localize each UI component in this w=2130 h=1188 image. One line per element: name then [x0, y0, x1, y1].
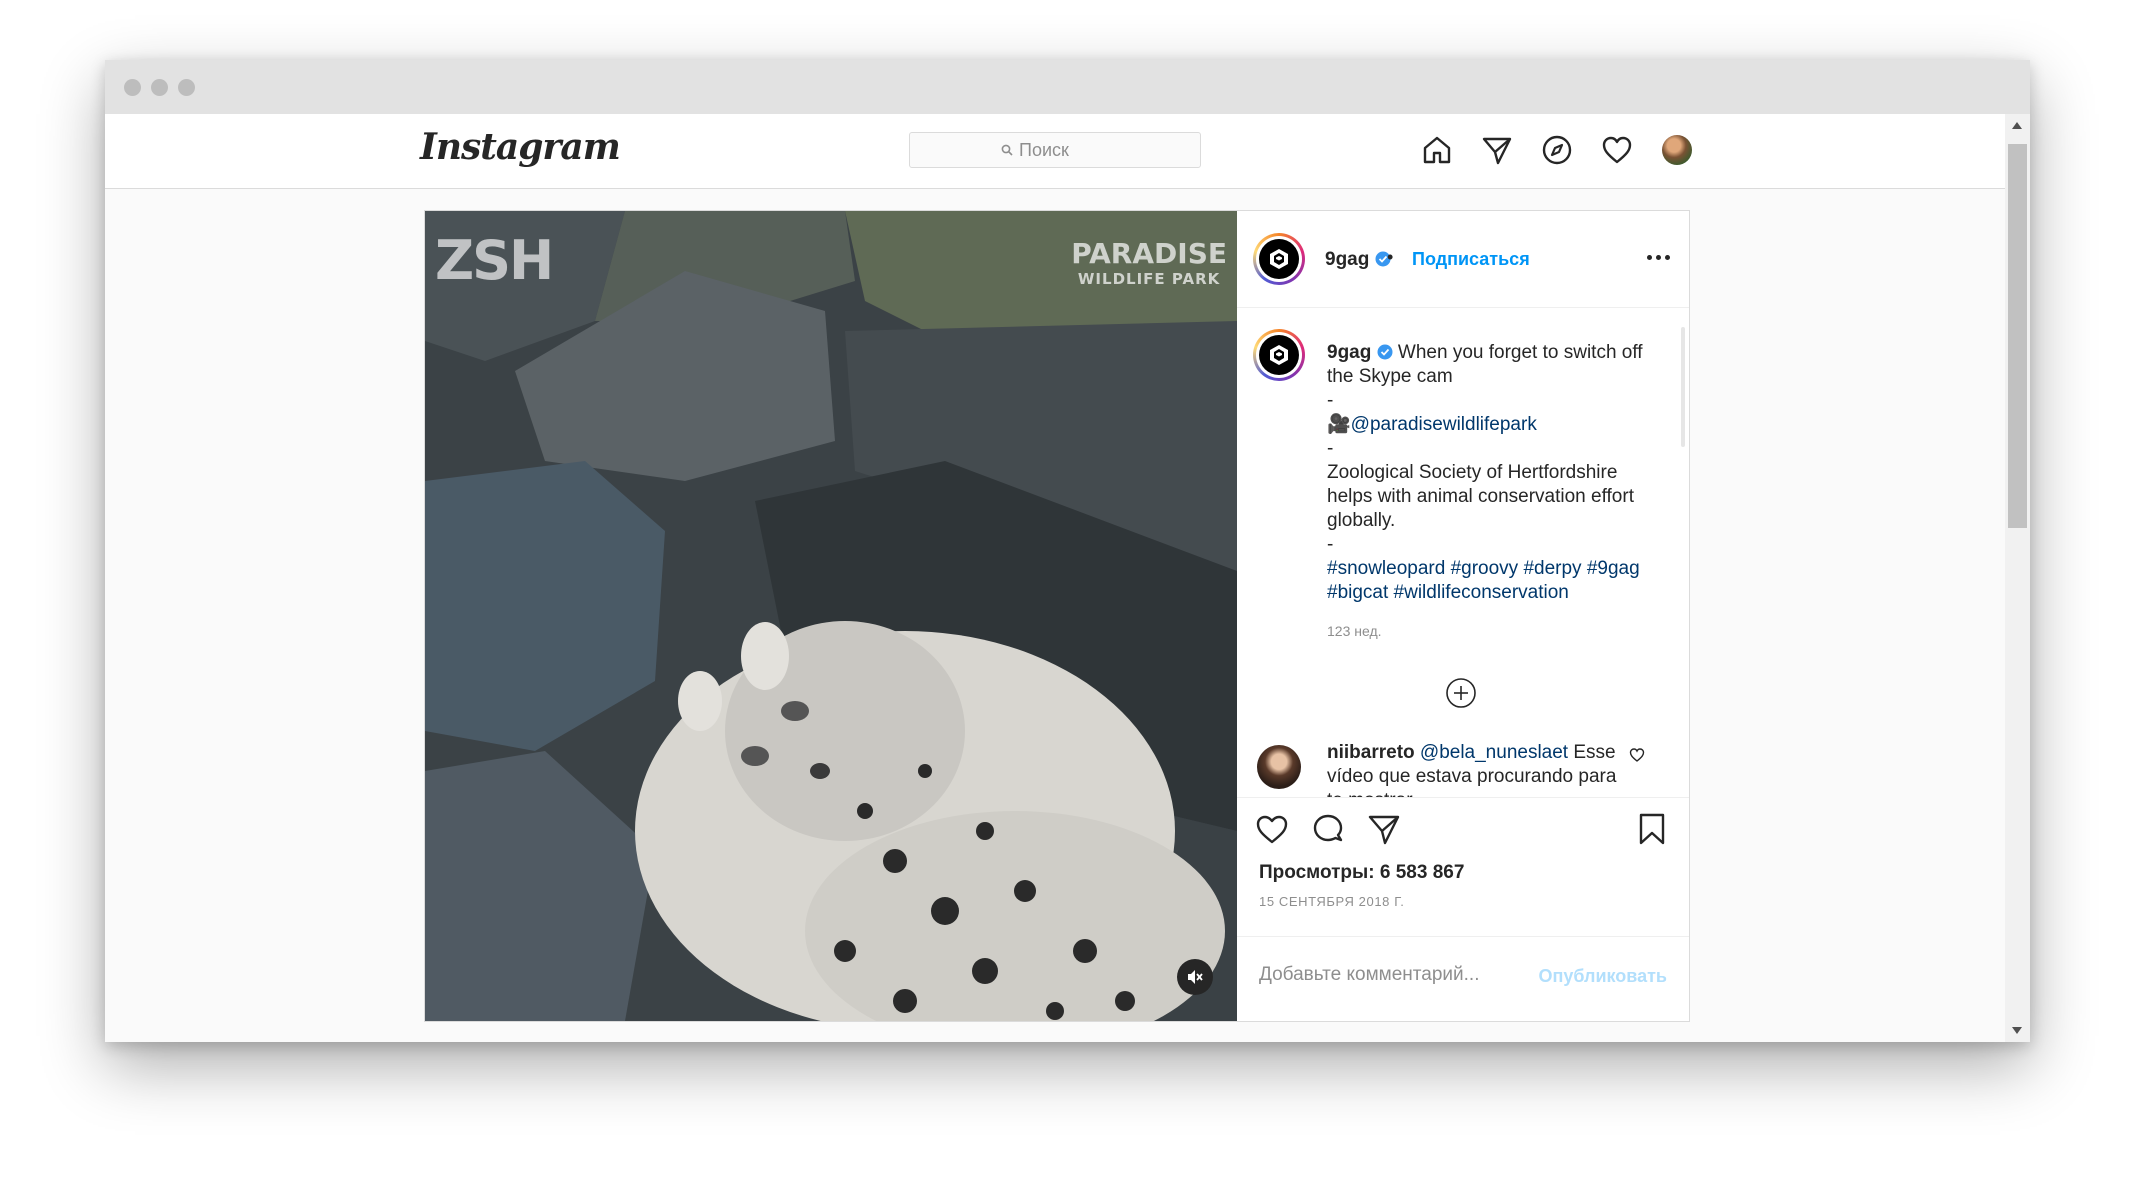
caption-dash: -: [1327, 534, 1334, 555]
comment-item: niibarreto @bela_nuneslaet Esse vídeo qu…: [1327, 741, 1617, 797]
nav-icon-group: [1417, 130, 1697, 170]
action-icon-group: [1255, 812, 1401, 846]
comments-scrollbar[interactable]: [1681, 327, 1685, 447]
post-video[interactable]: ZSH PARADISE WILDLIFE PARK: [425, 211, 1237, 1021]
post-date[interactable]: 15 СЕНТЯБРЯ 2018 Г.: [1259, 894, 1404, 909]
more-options-icon[interactable]: [1647, 255, 1677, 265]
caption-username[interactable]: 9gag: [1327, 342, 1371, 363]
top-navbar: Instagram: [105, 114, 2005, 189]
9gag-logo-icon: [1259, 335, 1299, 375]
snow-leopard-image: [425, 211, 1237, 1021]
comment-mention[interactable]: @bela_nuneslaet: [1420, 742, 1568, 763]
scroll-up-arrow-icon[interactable]: [2012, 122, 2022, 129]
window-titlebar: [105, 60, 2030, 114]
scene: Instagram Поиск ZSH PARADISE WILDLIFE PA…: [0, 0, 2130, 1188]
like-heart-icon[interactable]: [1255, 812, 1289, 846]
zsh-watermark: ZSH: [435, 229, 554, 292]
profile-avatar[interactable]: [1657, 130, 1697, 170]
direct-icon[interactable]: [1477, 130, 1517, 170]
comment-input[interactable]: [1259, 964, 1539, 986]
explore-icon[interactable]: [1537, 130, 1577, 170]
minimize-window-button[interactable]: [151, 79, 168, 96]
scrollbar-thumb[interactable]: [2008, 144, 2027, 528]
close-window-button[interactable]: [124, 79, 141, 96]
maximize-window-button[interactable]: [178, 79, 195, 96]
comments-list[interactable]: 9gag When you forget to switch off the S…: [1237, 307, 1689, 797]
caption-dash: -: [1327, 390, 1334, 411]
paradise-watermark: PARADISE WILDLIFE PARK: [1071, 237, 1227, 288]
post-actions: Просмотры: 6 583 867 15 СЕНТЯБРЯ 2018 Г.…: [1237, 797, 1689, 1022]
header-separator: •: [1387, 247, 1394, 267]
mute-button[interactable]: [1177, 959, 1213, 995]
save-bookmark-icon[interactable]: [1635, 812, 1669, 846]
mute-icon: [1188, 970, 1203, 984]
comment-username[interactable]: niibarreto: [1327, 742, 1415, 763]
caption-time[interactable]: 123 нед.: [1327, 619, 1657, 643]
caption-mention[interactable]: @paradisewildlifepark: [1351, 414, 1537, 435]
publish-button[interactable]: Опубликовать: [1538, 966, 1667, 987]
browser-window: Instagram Поиск ZSH PARADISE WILDLIFE PA…: [105, 60, 2030, 1042]
post-card: ZSH PARADISE WILDLIFE PARK 9gag • Подпис…: [424, 210, 1690, 1022]
post-sidebar: 9gag • Подписаться 9gag When you forget …: [1237, 211, 1689, 1021]
9gag-logo-icon: [1259, 239, 1299, 279]
scroll-down-arrow-icon[interactable]: [2012, 1027, 2022, 1034]
post-caption: 9gag When you forget to switch off the S…: [1327, 341, 1657, 643]
search-input[interactable]: [1019, 139, 1109, 161]
view-count[interactable]: Просмотры: 6 583 867: [1259, 862, 1464, 884]
caption-dash: -: [1327, 438, 1334, 459]
search-icon: [1001, 144, 1013, 156]
caption-hashtags[interactable]: #snowleopard #groovy #derpy #9gag #bigca…: [1327, 558, 1640, 603]
caption-text-2: Zoological Society of Hertfordshire help…: [1327, 462, 1634, 531]
verified-badge-icon: [1377, 344, 1393, 360]
watermark-line-1: PARADISE: [1071, 237, 1227, 270]
load-more-comments-icon[interactable]: [1445, 677, 1477, 709]
caption-text: When you forget to switch off the Skype …: [1327, 342, 1643, 387]
post-header: 9gag • Подписаться: [1237, 211, 1689, 308]
camera-emoji: 🎥: [1327, 414, 1351, 435]
comment-icon[interactable]: [1311, 812, 1345, 846]
watermark-line-2: WILDLIFE PARK: [1077, 270, 1221, 288]
author-avatar[interactable]: [1253, 233, 1305, 285]
follow-button[interactable]: Подписаться: [1412, 249, 1530, 270]
profile-avatar-image: [1662, 135, 1692, 165]
search-box[interactable]: [909, 132, 1201, 168]
page-viewport: Instagram Поиск ZSH PARADISE WILDLIFE PA…: [105, 114, 2005, 1042]
author-username[interactable]: 9gag: [1325, 249, 1391, 271]
page-scrollbar[interactable]: [2005, 114, 2030, 1042]
share-icon[interactable]: [1367, 812, 1401, 846]
caption-avatar[interactable]: [1253, 329, 1305, 381]
comment-like-heart-icon[interactable]: [1629, 747, 1645, 763]
activity-heart-icon[interactable]: [1597, 130, 1637, 170]
home-icon[interactable]: [1417, 130, 1457, 170]
instagram-logo[interactable]: Instagram: [420, 126, 621, 168]
comment-avatar[interactable]: [1257, 745, 1301, 789]
add-comment-bar: Опубликовать: [1237, 936, 1689, 1023]
